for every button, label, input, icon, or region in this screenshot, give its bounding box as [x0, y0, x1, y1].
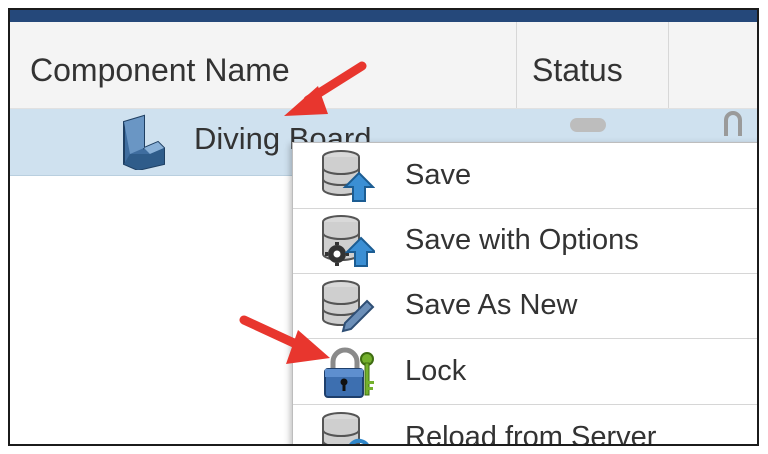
menu-item-label: Lock: [405, 355, 467, 387]
menu-item-save-as-new[interactable]: Save As New: [293, 273, 757, 339]
menu-item-reload-from-server[interactable]: Reload from Server: [293, 405, 757, 446]
menu-item-label: Save: [405, 159, 472, 191]
column-header-status[interactable]: Status: [532, 52, 623, 89]
database-upload-icon: [322, 150, 375, 202]
column-header-component-name[interactable]: Component Name: [30, 52, 290, 89]
screenshot-frame: Component Name Status Diving Board Save: [8, 8, 759, 446]
solid-part-icon: [123, 114, 165, 170]
column-separator[interactable]: [516, 22, 517, 108]
menu-item-save[interactable]: Save: [293, 143, 757, 209]
window-top-bar: [10, 10, 757, 22]
database-refresh-icon: [322, 412, 369, 444]
menu-item-save-with-options[interactable]: Save with Options: [293, 208, 757, 274]
table-header: Component Name Status: [10, 22, 757, 109]
annotation-arrow-icon: [284, 61, 367, 116]
menu-item-label: Save As New: [405, 289, 578, 321]
database-gear-upload-icon: [322, 215, 375, 267]
context-menu: Save Save with Options Save As New Lock …: [292, 142, 757, 446]
menu-item-label: Reload from Server: [405, 421, 657, 446]
column-separator[interactable]: [668, 22, 669, 108]
menu-item-lock[interactable]: Lock: [293, 339, 757, 405]
status-chip: [570, 118, 606, 132]
menu-item-label: Save with Options: [405, 224, 639, 256]
lock-icon: [724, 111, 742, 136]
annotation-arrow-icon: [239, 315, 330, 364]
